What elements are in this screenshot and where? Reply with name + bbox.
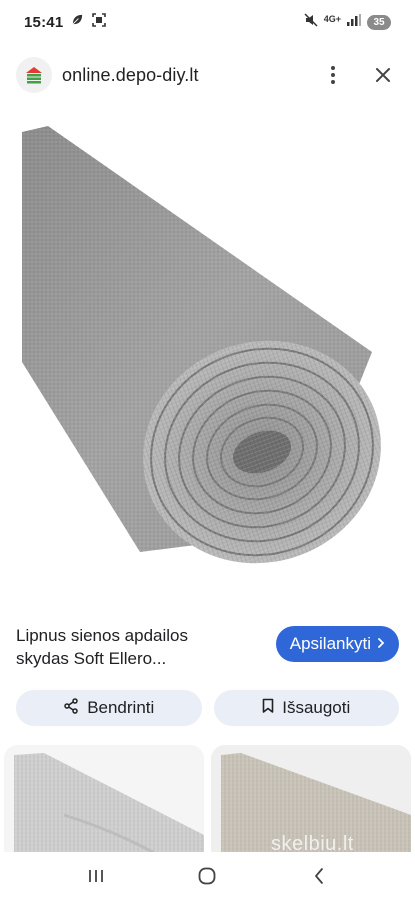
leaf-icon [71,13,84,31]
network-label: 4G+ [323,14,341,24]
share-icon [63,697,79,719]
share-label: Bendrinti [87,698,155,717]
status-left-icons [71,12,107,32]
battery-badge: 35 [367,14,391,30]
back-icon[interactable] [295,856,343,896]
navigation-bar [0,852,415,900]
signal-icon [347,13,361,31]
header: online.depo-diy.lt [0,50,415,100]
related-image-1[interactable] [4,745,204,860]
visit-label: Apsilankyti [289,634,371,653]
share-button[interactable]: Bendrinti [16,690,202,726]
home-icon[interactable] [183,856,231,896]
related-image-2[interactable]: skelbiu.lt [211,745,411,860]
recents-icon[interactable] [72,856,120,896]
site-url[interactable]: online.depo-diy.lt [62,65,199,86]
action-buttons: Bendrinti Išsaugoti [16,690,399,726]
status-time: 15:41 [24,13,64,31]
visit-button[interactable]: Apsilankyti [275,626,399,662]
product-title[interactable]: Lipnus sienos apdailos skydas Soft Eller… [16,624,241,670]
product-title-row: Lipnus sienos apdailos skydas Soft Eller… [16,624,399,676]
close-icon[interactable] [367,59,399,91]
more-vert-icon[interactable] [317,59,349,91]
screenshot-icon [92,12,107,32]
status-right: 4G+ 35 [304,12,391,32]
save-label: Išsaugoti [282,698,351,717]
status-bar: 15:41 4G+ 35 [0,0,415,44]
header-actions [317,59,399,91]
related-images: skelbiu.lt [0,745,415,860]
save-button[interactable]: Išsaugoti [213,690,399,726]
chevron-right-icon [377,634,385,654]
house-logo-icon [16,57,52,93]
bookmark-icon [262,698,274,719]
mute-icon [304,12,318,32]
product-image[interactable] [0,112,415,612]
